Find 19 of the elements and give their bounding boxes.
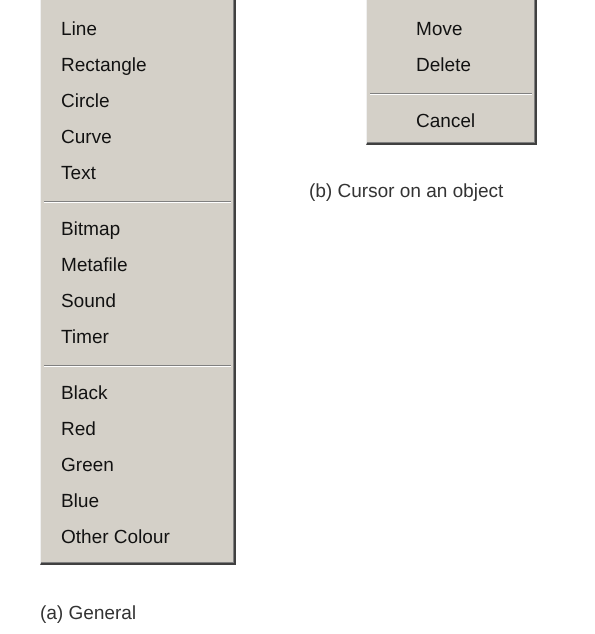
menu-item[interactable]: Metafile — [41, 248, 234, 284]
menu-item[interactable]: Move — [367, 12, 535, 48]
menu-item[interactable]: Timer — [41, 320, 234, 356]
menu-item[interactable]: Black — [41, 376, 234, 412]
menu-item[interactable]: Cancel — [367, 104, 535, 140]
menu-item[interactable]: Sound — [41, 284, 234, 320]
menu-item[interactable]: Text — [41, 156, 234, 192]
menu-item[interactable]: Blue — [41, 484, 234, 520]
menu-item[interactable]: Red — [41, 412, 234, 448]
menu-item[interactable]: Delete — [367, 48, 535, 84]
menu-item[interactable]: Rectangle — [41, 48, 234, 84]
menu-item[interactable]: Bitmap — [41, 212, 234, 248]
figure-caption: (a) General — [40, 603, 138, 625]
menu-item[interactable]: Line — [41, 12, 234, 48]
figure-caption: (b) Cursor on an object — [309, 181, 504, 203]
menu-item[interactable]: Green — [41, 448, 234, 484]
menu-item[interactable]: Curve — [41, 120, 234, 156]
menu-item[interactable]: Other Colour — [41, 520, 234, 556]
menu-item[interactable]: Circle — [41, 84, 234, 120]
